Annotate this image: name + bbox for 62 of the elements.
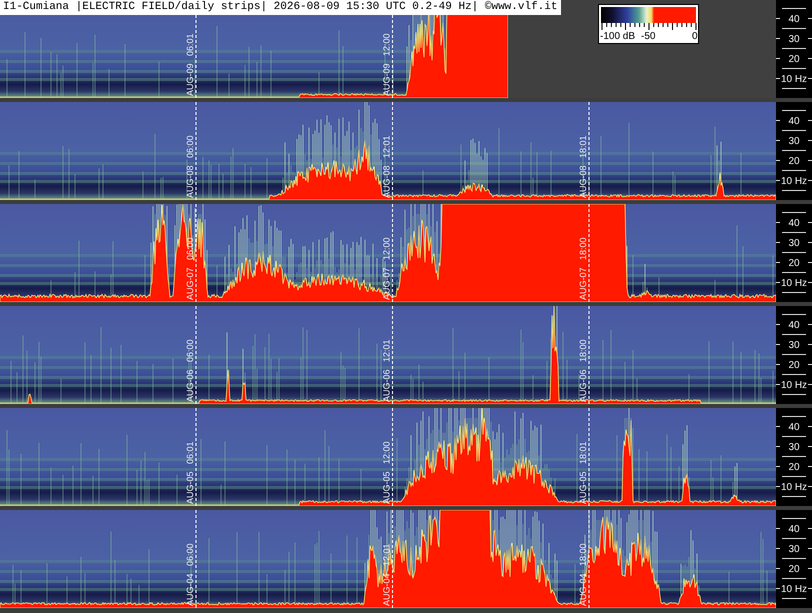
frequency-label: 40 xyxy=(788,116,800,127)
time-label: 12:00 xyxy=(382,33,392,56)
date-label: AUG-08 xyxy=(185,165,195,198)
frequency-label: 40 xyxy=(788,524,800,535)
time-label: 12:00 xyxy=(382,441,392,464)
frequency-label: 40 xyxy=(788,14,800,25)
time-label: 12:01 xyxy=(382,135,392,158)
time-label: 06:00 xyxy=(185,543,195,566)
time-label: 18:00 xyxy=(578,339,588,362)
date-label: AUG-05 xyxy=(578,471,588,504)
frequency-label: 20 xyxy=(788,54,800,65)
date-label: AUG-06 xyxy=(382,369,392,402)
frequency-label: 30 xyxy=(788,442,800,453)
time-label: 18:01 xyxy=(578,135,588,158)
frequency-label: 30 xyxy=(788,34,800,45)
time-label: 18:00 xyxy=(578,237,588,260)
scale-label: 0 xyxy=(692,31,698,42)
time-label: 12:00 xyxy=(382,237,392,260)
frequency-label: 10 Hz xyxy=(780,74,808,85)
time-label: 06:00 xyxy=(185,135,195,158)
frequency-label: 30 xyxy=(788,136,800,147)
frequency-label: 20 xyxy=(788,564,800,575)
frequency-label: 20 xyxy=(788,462,800,473)
date-label: AUG-06 xyxy=(578,369,588,402)
date-label: AUG-05 xyxy=(185,471,195,504)
time-label: 06:00 xyxy=(185,237,195,260)
date-label: AUG-04 xyxy=(578,573,588,606)
frequency-label: 30 xyxy=(788,238,800,249)
frequency-label: 10 Hz xyxy=(780,584,808,595)
frequency-label: 20 xyxy=(788,258,800,269)
time-label: 18:00 xyxy=(578,543,588,566)
date-label: AUG-06 xyxy=(185,369,195,402)
time-label: 06:00 xyxy=(185,339,195,362)
scale-label: -100 dB xyxy=(600,31,636,42)
frequency-label: 40 xyxy=(788,320,800,331)
frequency-label: 10 Hz xyxy=(780,176,808,187)
time-label: 06:01 xyxy=(185,441,195,464)
time-label: 12:01 xyxy=(382,339,392,362)
frequency-label: 40 xyxy=(788,422,800,433)
time-label: 12:01 xyxy=(382,543,392,566)
date-label: AUG-09 xyxy=(185,63,195,96)
frequency-label: 30 xyxy=(788,340,800,351)
date-label: AUG-08 xyxy=(578,165,588,198)
chart-title: I1-Cumiana |ELECTRIC FIELD/daily strips| 2026-08-09 15:30 UTC 0.2-49 Hz| ©www.vlf.it xyxy=(0,0,560,15)
date-label: AUG-07 xyxy=(185,267,195,300)
frequency-label: 10 Hz xyxy=(780,482,808,493)
frequency-label: 30 xyxy=(788,544,800,555)
date-label: AUG-07 xyxy=(578,267,588,300)
frequency-label: 40 xyxy=(788,218,800,229)
scale-label: -50 xyxy=(641,31,656,42)
frequency-label: 10 Hz xyxy=(780,278,808,289)
frequency-label: 20 xyxy=(788,360,800,371)
date-label: AUG-04 xyxy=(382,573,392,606)
date-label: AUG-09 xyxy=(382,63,392,96)
frequency-label: 20 xyxy=(788,156,800,167)
frequency-label: 10 Hz xyxy=(780,380,808,391)
time-label: 18:01 xyxy=(578,441,588,464)
date-label: AUG-07 xyxy=(382,267,392,300)
date-label: AUG-04 xyxy=(185,573,195,606)
date-label: AUG-05 xyxy=(382,471,392,504)
date-label: AUG-08 xyxy=(382,165,392,198)
time-label: 06:01 xyxy=(185,33,195,56)
